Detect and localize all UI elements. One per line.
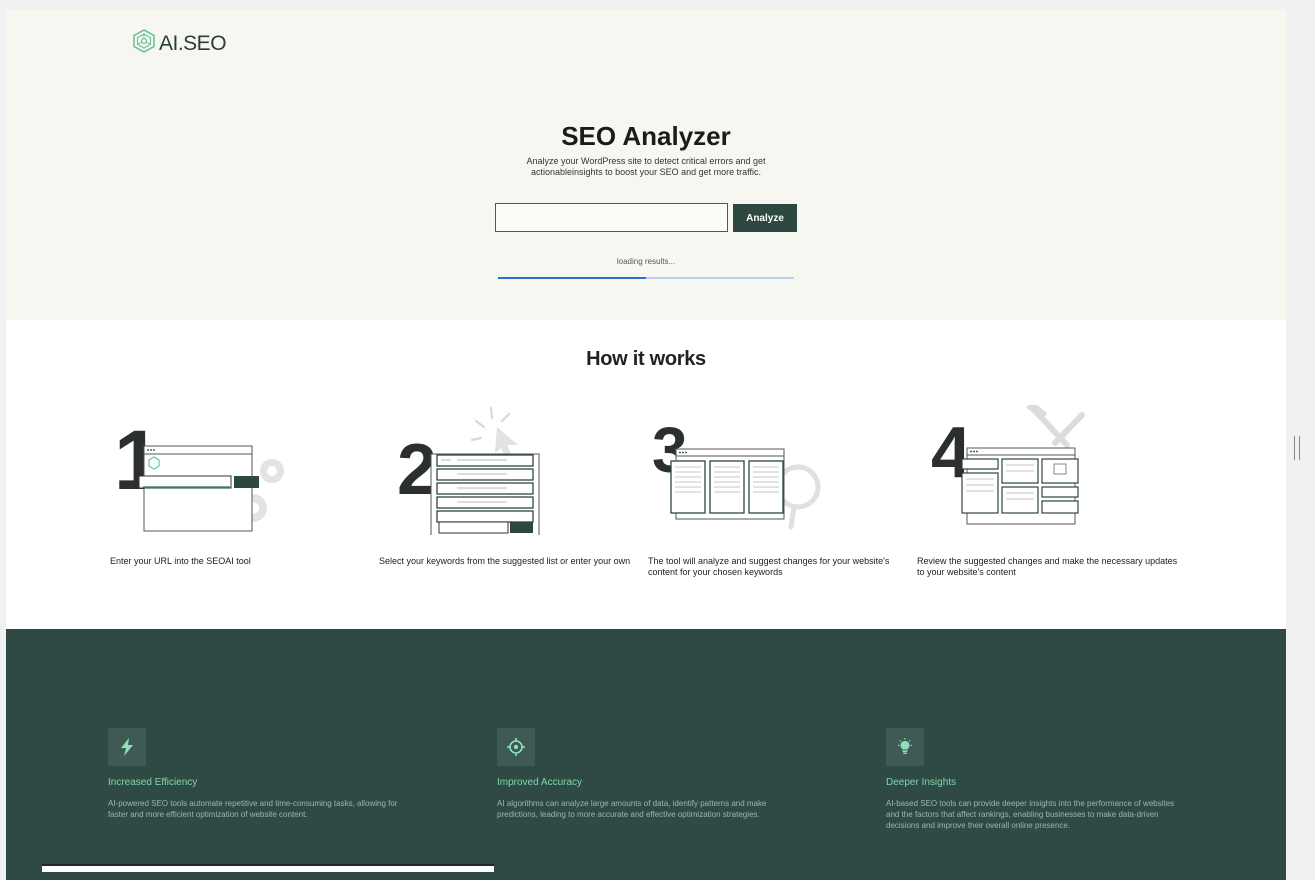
url-input[interactable] [495, 203, 728, 232]
step-1-text: Enter your URL into the SEOAI tool [110, 556, 251, 566]
feature-description: AI-based SEO tools can provide deeper in… [886, 799, 1175, 830]
step-4-illustration: 4 [931, 405, 1085, 525]
step-4: 4 Review the suggested changes and make … [917, 405, 1177, 577]
bottom-panel-edge [42, 864, 494, 872]
how-it-works-title: How it works [586, 348, 706, 370]
feature-title: Improved Accuracy [497, 777, 583, 788]
lightning-icon [108, 728, 146, 766]
step-1-illustration: 1 [114, 413, 284, 532]
step-1: 1 Enter your URL into the SEOAI tool [110, 405, 370, 566]
feature-description: AI-powered SEO tools automate repetitive… [108, 799, 398, 819]
feature-deeper-insights: Deeper Insights AI-based SEO tools can p… [886, 728, 1186, 831]
features-section: Increased Efficiency AI-powered SEO tool… [6, 629, 1286, 880]
step-2-text: Select your keywords from the suggested … [379, 556, 631, 566]
page-title: SEO Analyzer [561, 121, 731, 151]
analyze-button[interactable]: Analyze [733, 204, 797, 232]
hero-section: AI.SEO SEO Analyzer Analyze your WordPre… [6, 10, 1286, 320]
feature-title: Deeper Insights [886, 777, 957, 788]
step-2-illustration: 2 [397, 406, 540, 535]
feature-title: Increased Efficiency [108, 777, 198, 788]
step-3: 3 The tool will analyze and suggest chan… [648, 405, 908, 577]
loading-status: loading results... [616, 257, 676, 266]
logo[interactable]: AI.SEO [133, 29, 227, 58]
feature-improved-accuracy: Improved Accuracy AI algorithms can anal… [497, 728, 797, 820]
progress-bar [498, 277, 794, 279]
step-4-text: Review the suggested changes and make th… [917, 556, 1178, 577]
page: AI.SEO SEO Analyzer Analyze your WordPre… [6, 10, 1286, 880]
step-3-illustration: 3 [652, 414, 821, 530]
step-3-text: The tool will analyze and suggest change… [648, 556, 890, 577]
lightbulb-icon [886, 728, 924, 766]
hero-subtitle: Analyze your WordPress site to detect cr… [526, 156, 766, 177]
resize-handle[interactable] [1294, 436, 1300, 460]
feature-increased-efficiency: Increased Efficiency AI-powered SEO tool… [108, 728, 408, 820]
hexagon-network-icon [133, 29, 155, 58]
step-2: 2 Select your keywords from the suggeste… [379, 405, 639, 566]
target-icon [497, 728, 535, 766]
brand-name: AI.SEO [159, 31, 227, 55]
feature-description: AI algorithms can analyze large amounts … [497, 799, 767, 819]
progress-bar-fill [498, 277, 646, 279]
